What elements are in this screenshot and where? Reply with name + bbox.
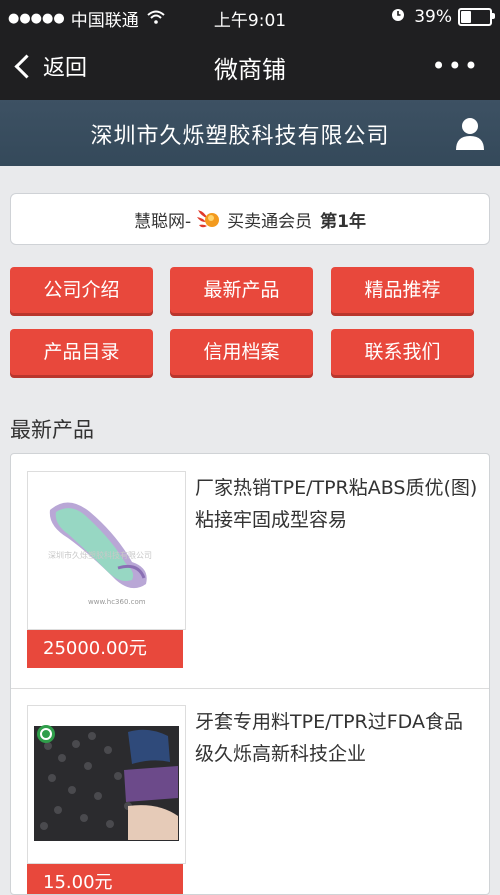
- member-label: 买卖通会员: [227, 211, 313, 232]
- product-catalog-button[interactable]: 产品目录: [10, 329, 153, 375]
- battery-fill: [461, 10, 471, 23]
- product-item[interactable]: 深圳市久烁塑胶科技有限公司 www.hc360.com 25000.00元 厂家…: [11, 454, 489, 689]
- user-profile-icon[interactable]: [454, 116, 486, 152]
- product-title: 厂家热销TPE/TPR粘ABS质优(图)粘接牢固成型容易: [195, 477, 478, 531]
- featured-products-button[interactable]: 精品推荐: [331, 267, 474, 313]
- battery-percent: 39%: [414, 6, 452, 27]
- product-list: 深圳市久烁塑胶科技有限公司 www.hc360.com 25000.00元 厂家…: [10, 453, 490, 895]
- product-price: 15.00元: [27, 864, 183, 894]
- credit-file-button[interactable]: 信用档案: [170, 329, 313, 375]
- company-intro-button[interactable]: 公司介绍: [10, 267, 153, 313]
- alarm-icon: [390, 6, 406, 27]
- status-bar: ●●●●● 中国联通 上午9:01 39%: [0, 0, 500, 32]
- contact-us-button[interactable]: 联系我们: [331, 329, 474, 375]
- product-image-url: www.hc360.com: [88, 598, 146, 606]
- member-badge: 慧聪网- 买卖通会员 第1年: [10, 193, 490, 245]
- member-years: 第1年: [320, 211, 366, 232]
- page-title: 微商铺: [214, 56, 286, 84]
- member-prefix: 慧聪网-: [134, 211, 192, 232]
- more-menu-button[interactable]: •••: [432, 52, 480, 80]
- hc360-logo-icon: [195, 206, 221, 232]
- product-image-watermark: 深圳市久烁塑胶科技有限公司: [48, 550, 152, 560]
- nav-bar: 返回 微商铺 •••: [0, 32, 500, 100]
- section-title: 最新产品: [10, 418, 94, 442]
- status-right: 39%: [390, 6, 495, 27]
- battery-icon: [458, 7, 495, 26]
- product-price: 25000.00元: [27, 630, 183, 668]
- company-header: 深圳市久烁塑胶科技有限公司: [0, 100, 500, 166]
- product-image: [27, 705, 186, 864]
- product-title: 牙套专用料TPE/TPR过FDA食品级久烁高新科技企业: [195, 711, 463, 765]
- company-name: 深圳市久烁塑胶科技有限公司: [90, 124, 390, 149]
- product-item[interactable]: 15.00元 牙套专用料TPE/TPR过FDA食品级久烁高新科技企业: [11, 688, 489, 894]
- latest-products-button[interactable]: 最新产品: [170, 267, 313, 313]
- product-image: 深圳市久烁塑胶科技有限公司 www.hc360.com: [27, 471, 186, 630]
